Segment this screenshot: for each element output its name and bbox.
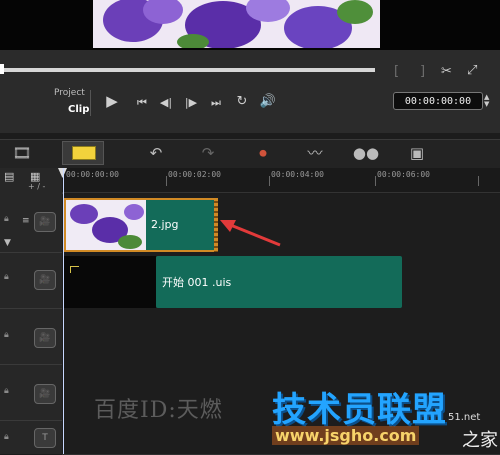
track-lock-icon[interactable]: 🔒︎ xyxy=(4,432,9,442)
repeat-icon[interactable]: ↻ xyxy=(234,95,250,109)
track-lock-icon[interactable]: 🔒︎ xyxy=(4,214,9,224)
annotation-arrow-icon xyxy=(220,220,281,247)
url-watermark: www.jsgho.com xyxy=(272,426,420,445)
clip-mode-label[interactable]: Clip xyxy=(68,104,89,115)
record-capture-icon[interactable]: ⏺ xyxy=(243,139,283,167)
ruler-tick-label: 00:00:02:00 xyxy=(168,170,221,179)
zoom-control[interactable]: + / - xyxy=(28,182,45,191)
expand-track-icon[interactable]: ▼ xyxy=(4,238,11,248)
site-watermark: 之家 xyxy=(462,430,498,451)
track-lock-icon[interactable]: 🔒︎ xyxy=(4,330,9,340)
ruler-tick-label: 00:00:00:00 xyxy=(66,170,119,179)
next-frame-icon[interactable]: |▶ xyxy=(183,96,199,110)
redo-icon[interactable]: ↷ xyxy=(188,139,228,167)
brand-watermark: 技术员联盟 xyxy=(272,390,447,430)
overlay-track-3-icon[interactable]: 🎥 xyxy=(34,384,56,404)
ruler-tick-label: 00:00:04:00 xyxy=(271,170,324,179)
domain-watermark: 51.net xyxy=(448,412,481,423)
track-lock-icon[interactable]: 🔒︎ xyxy=(4,272,9,282)
ruler-tick xyxy=(375,176,376,186)
storyboard-view-icon[interactable]: 🎞 xyxy=(2,139,42,167)
enlarge-preview-icon[interactable]: ⤢ xyxy=(467,63,477,78)
track-toggle-icon[interactable]: ≡ xyxy=(22,216,30,226)
undo-icon[interactable]: ↶ xyxy=(136,139,176,167)
title-clip-preview xyxy=(64,256,156,308)
play-icon[interactable]: ▶ xyxy=(102,94,122,109)
scrub-knob[interactable] xyxy=(0,64,4,74)
video-clip-label: 2.jpg xyxy=(151,218,179,231)
auto-music-icon[interactable]: ●● xyxy=(346,139,386,167)
timeline-view-icon xyxy=(72,146,96,160)
ruler-tick xyxy=(166,176,167,186)
all-tracks-icon[interactable]: ▤ xyxy=(4,170,14,183)
mode-divider xyxy=(90,90,91,116)
mark-in-button[interactable]: [ xyxy=(394,64,399,79)
ruler-tick xyxy=(478,176,479,186)
subtitle-editor-icon[interactable]: ▣ xyxy=(397,139,437,167)
split-clip-icon[interactable]: ✂ xyxy=(441,64,452,79)
mark-out-button[interactable]: ] xyxy=(420,64,425,79)
clip-thumbnail xyxy=(66,200,146,250)
volume-icon[interactable]: 🔊 xyxy=(259,95,277,109)
overlay-track-2-icon[interactable]: 🎥 xyxy=(34,328,56,348)
go-to-start-icon[interactable]: ⏮ xyxy=(134,96,150,110)
ruler-tick xyxy=(269,176,270,186)
baidu-watermark: 百度ID:天燃 xyxy=(94,398,223,423)
video-track-icon[interactable]: 🎥 xyxy=(34,212,56,232)
overlay-track-icon[interactable]: 🎥 xyxy=(34,270,56,290)
overlay-track-2[interactable] xyxy=(62,308,500,365)
timecode-stepper[interactable]: ▲ ▼ xyxy=(484,94,492,108)
clip-marker-icon xyxy=(70,266,79,273)
timecode-display[interactable]: 00:00:00:00 xyxy=(393,92,483,110)
project-mode-label[interactable]: Project xyxy=(54,88,85,98)
go-to-end-icon[interactable]: ⏭ xyxy=(208,96,224,110)
title-clip-label: 开始 001 .uis xyxy=(162,276,232,289)
previous-frame-icon[interactable]: ◀| xyxy=(158,96,174,110)
title-track-icon[interactable]: T xyxy=(34,428,56,448)
track-lock-icon[interactable]: 🔒︎ xyxy=(4,386,9,396)
playback-scrub-bar[interactable] xyxy=(0,68,375,72)
sound-mixer-icon[interactable]: 〰 xyxy=(295,139,335,167)
ruler-tick-label: 00:00:06:00 xyxy=(377,170,430,179)
playhead-line xyxy=(63,168,64,454)
preview-image xyxy=(93,0,380,48)
